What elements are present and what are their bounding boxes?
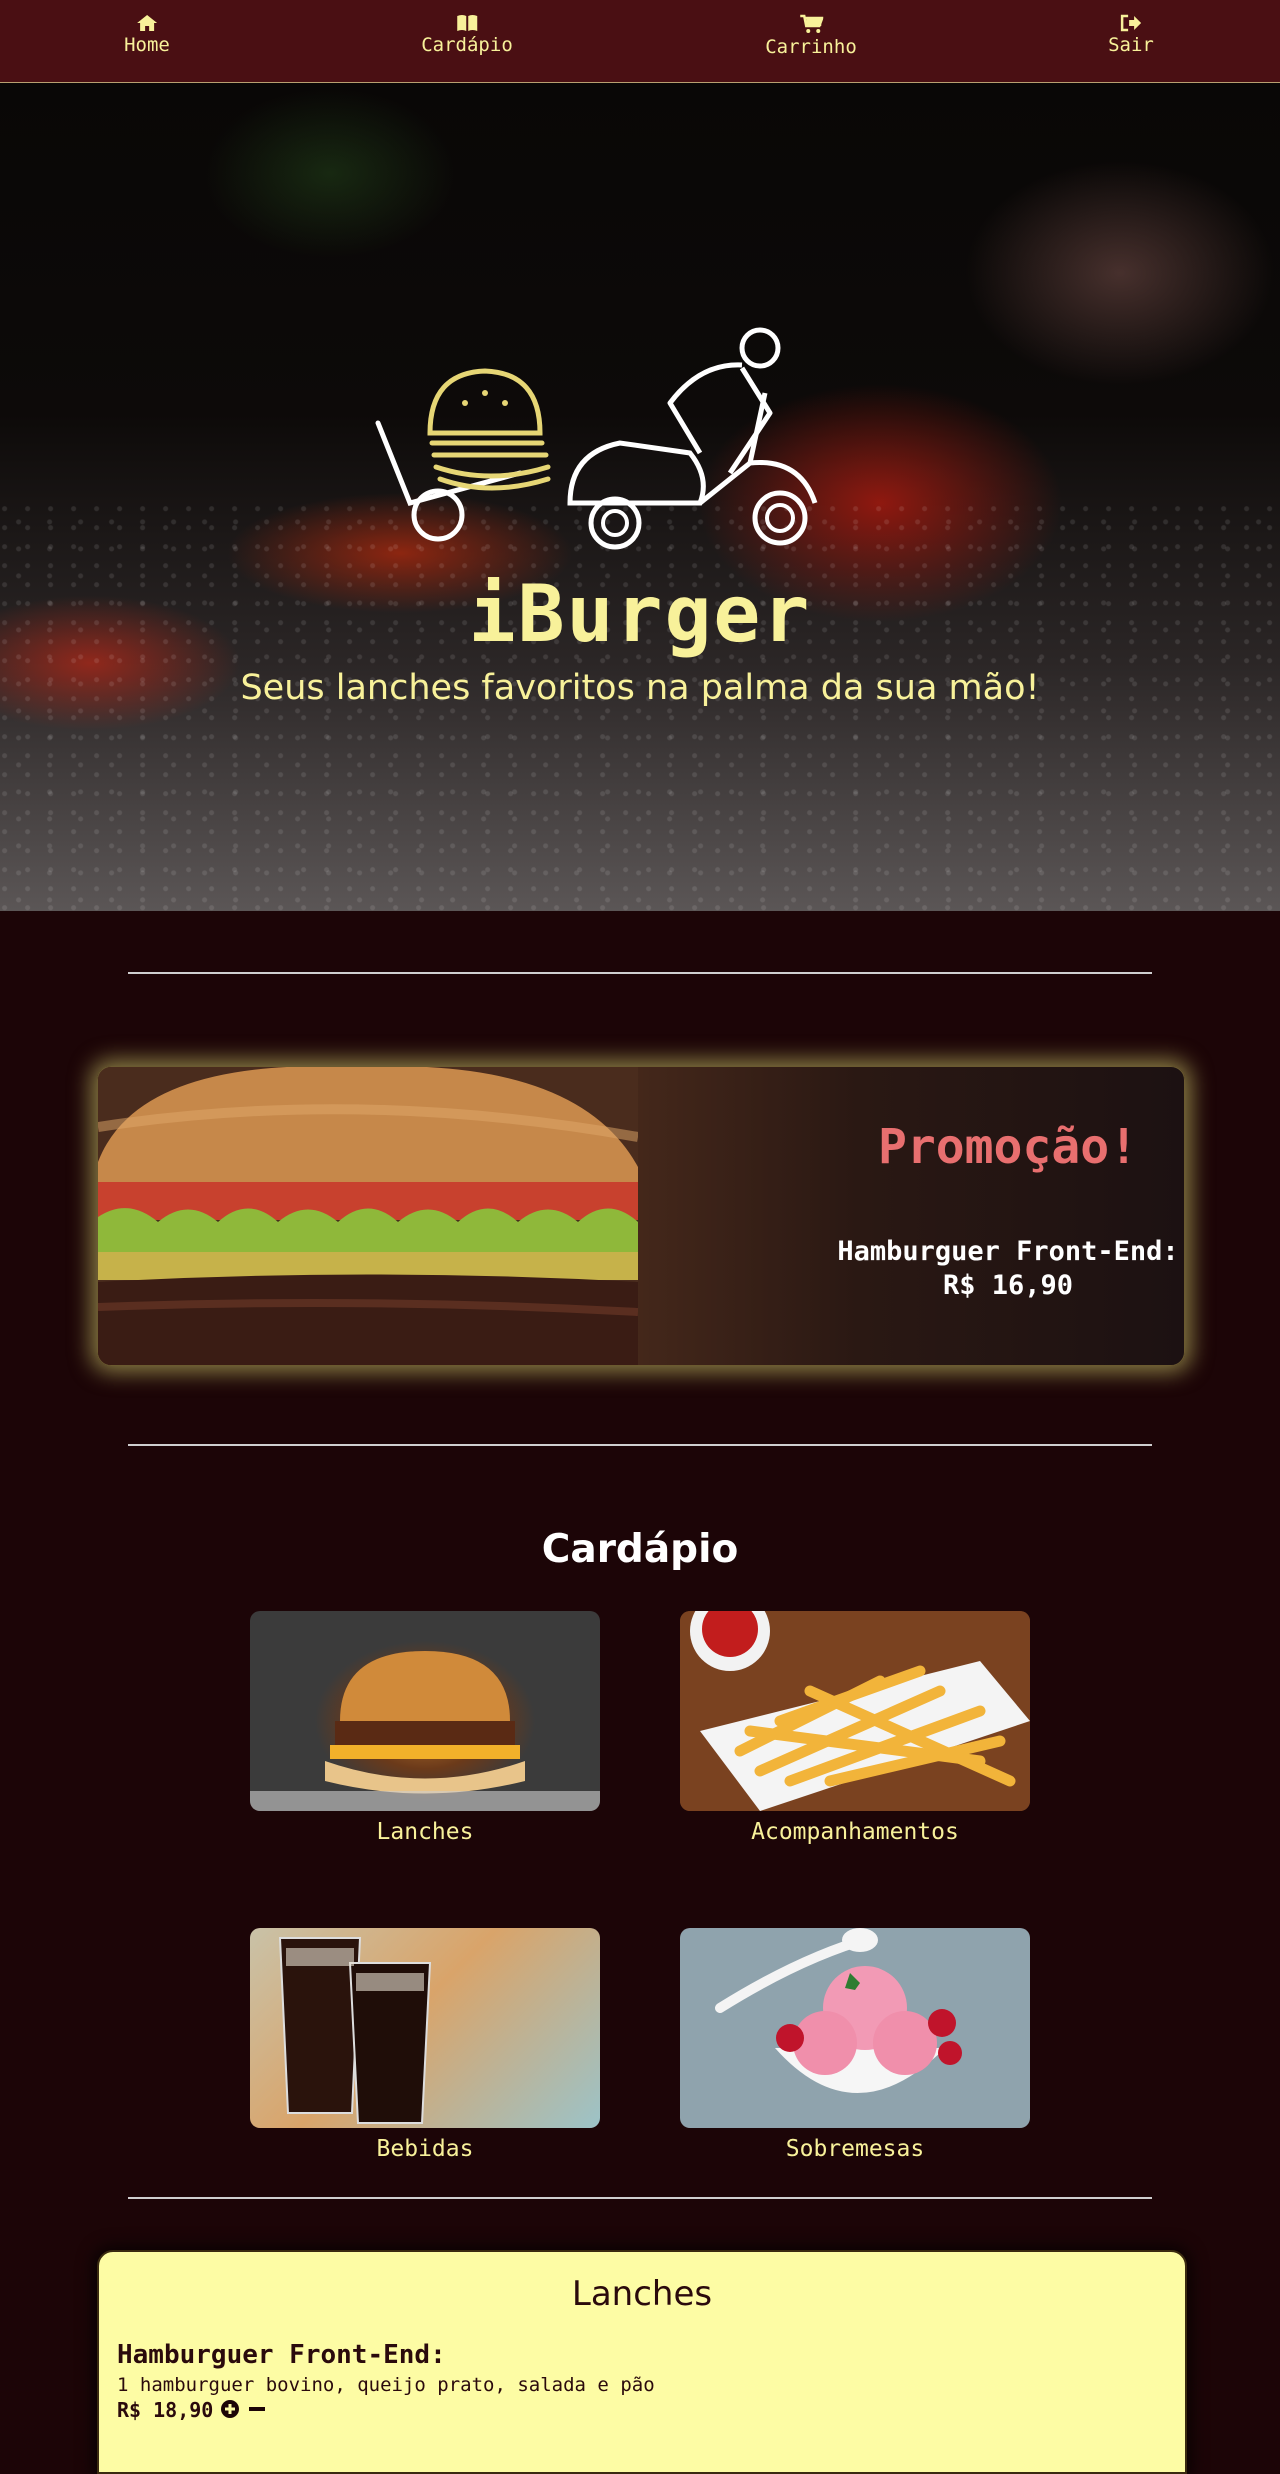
lanches-card: Lanches Hamburguer Front-End: 1 hamburgu… bbox=[97, 2250, 1187, 2474]
hero-tagline: Seus lanches favoritos na palma da sua m… bbox=[240, 668, 1040, 708]
promo-banner[interactable]: Promoção! Hamburguer Front-End: R$ 16,90 bbox=[97, 1066, 1185, 1366]
delivery-logo-icon bbox=[375, 327, 818, 550]
ice-cream-image-icon bbox=[715, 1928, 962, 2093]
add-item-icon[interactable] bbox=[219, 2398, 241, 2420]
sign-out-icon bbox=[1120, 14, 1141, 32]
category-acompanhamentos[interactable]: Acompanhamentos bbox=[680, 1611, 1030, 1845]
soda-image-icon bbox=[278, 1937, 432, 2124]
remove-item-icon[interactable] bbox=[247, 2398, 267, 2420]
item-description: 1 hamburguer bovino, queijo prato, salad… bbox=[117, 2374, 655, 2396]
category-sobremesas[interactable]: Sobremesas bbox=[680, 1928, 1030, 2162]
category-lanches[interactable]: Lanches bbox=[250, 1611, 600, 1845]
promo-item: Hamburguer Front-End: R$ 16,90 bbox=[738, 1235, 1184, 1303]
fries-image-icon bbox=[680, 1611, 1030, 1811]
promo-item-price: R$ 16,90 bbox=[942, 1270, 1074, 1301]
cart-icon bbox=[799, 14, 823, 33]
category-lanches-image bbox=[250, 1611, 600, 1811]
section-divider bbox=[128, 1444, 1152, 1446]
home-icon bbox=[136, 15, 157, 31]
category-sobremesas-label: Sobremesas bbox=[785, 2136, 925, 2162]
category-acompanhamentos-label: Acompanhamentos bbox=[751, 1819, 959, 1845]
brand-title: iBurger bbox=[468, 570, 812, 660]
category-lanches-label: Lanches bbox=[376, 1819, 474, 1845]
nav-home[interactable]: Home bbox=[124, 14, 170, 56]
nav-menu-label: Cardápio bbox=[421, 34, 513, 56]
nav-exit-label: Sair bbox=[1108, 34, 1154, 56]
nav-home-label: Home bbox=[124, 34, 170, 56]
burger-image-icon bbox=[250, 1651, 600, 1811]
nav-menu[interactable]: Cardápio bbox=[421, 14, 513, 56]
nav-cart[interactable]: Carrinho bbox=[765, 14, 857, 58]
nav-cart-label: Carrinho bbox=[765, 36, 857, 58]
category-acompanhamentos-image bbox=[680, 1611, 1030, 1811]
category-sobremesas-image bbox=[680, 1928, 1030, 2128]
item-price: R$ 18,90 bbox=[117, 2398, 214, 2422]
menu-section-title: Cardápio bbox=[541, 1527, 739, 1572]
nav-exit[interactable]: Sair bbox=[1108, 14, 1154, 56]
top-navbar: Home Cardápio Carrinho Sair bbox=[0, 0, 1280, 83]
hero-banner: iBurger Seus lanches favoritos na palma … bbox=[0, 83, 1280, 911]
category-bebidas-label: Bebidas bbox=[376, 2136, 474, 2162]
book-icon bbox=[456, 15, 477, 31]
lanches-title: Lanches bbox=[571, 2274, 713, 2314]
section-divider bbox=[128, 972, 1152, 974]
burger-photo bbox=[98, 1067, 638, 1365]
promo-item-name: Hamburguer Front-End: bbox=[837, 1236, 1179, 1267]
section-divider bbox=[128, 2197, 1152, 2199]
category-bebidas-image bbox=[250, 1928, 600, 2128]
category-bebidas[interactable]: Bebidas bbox=[250, 1928, 600, 2162]
promo-title: Promoção! bbox=[877, 1119, 1139, 1175]
item-name: Hamburguer Front-End: bbox=[117, 2340, 446, 2370]
